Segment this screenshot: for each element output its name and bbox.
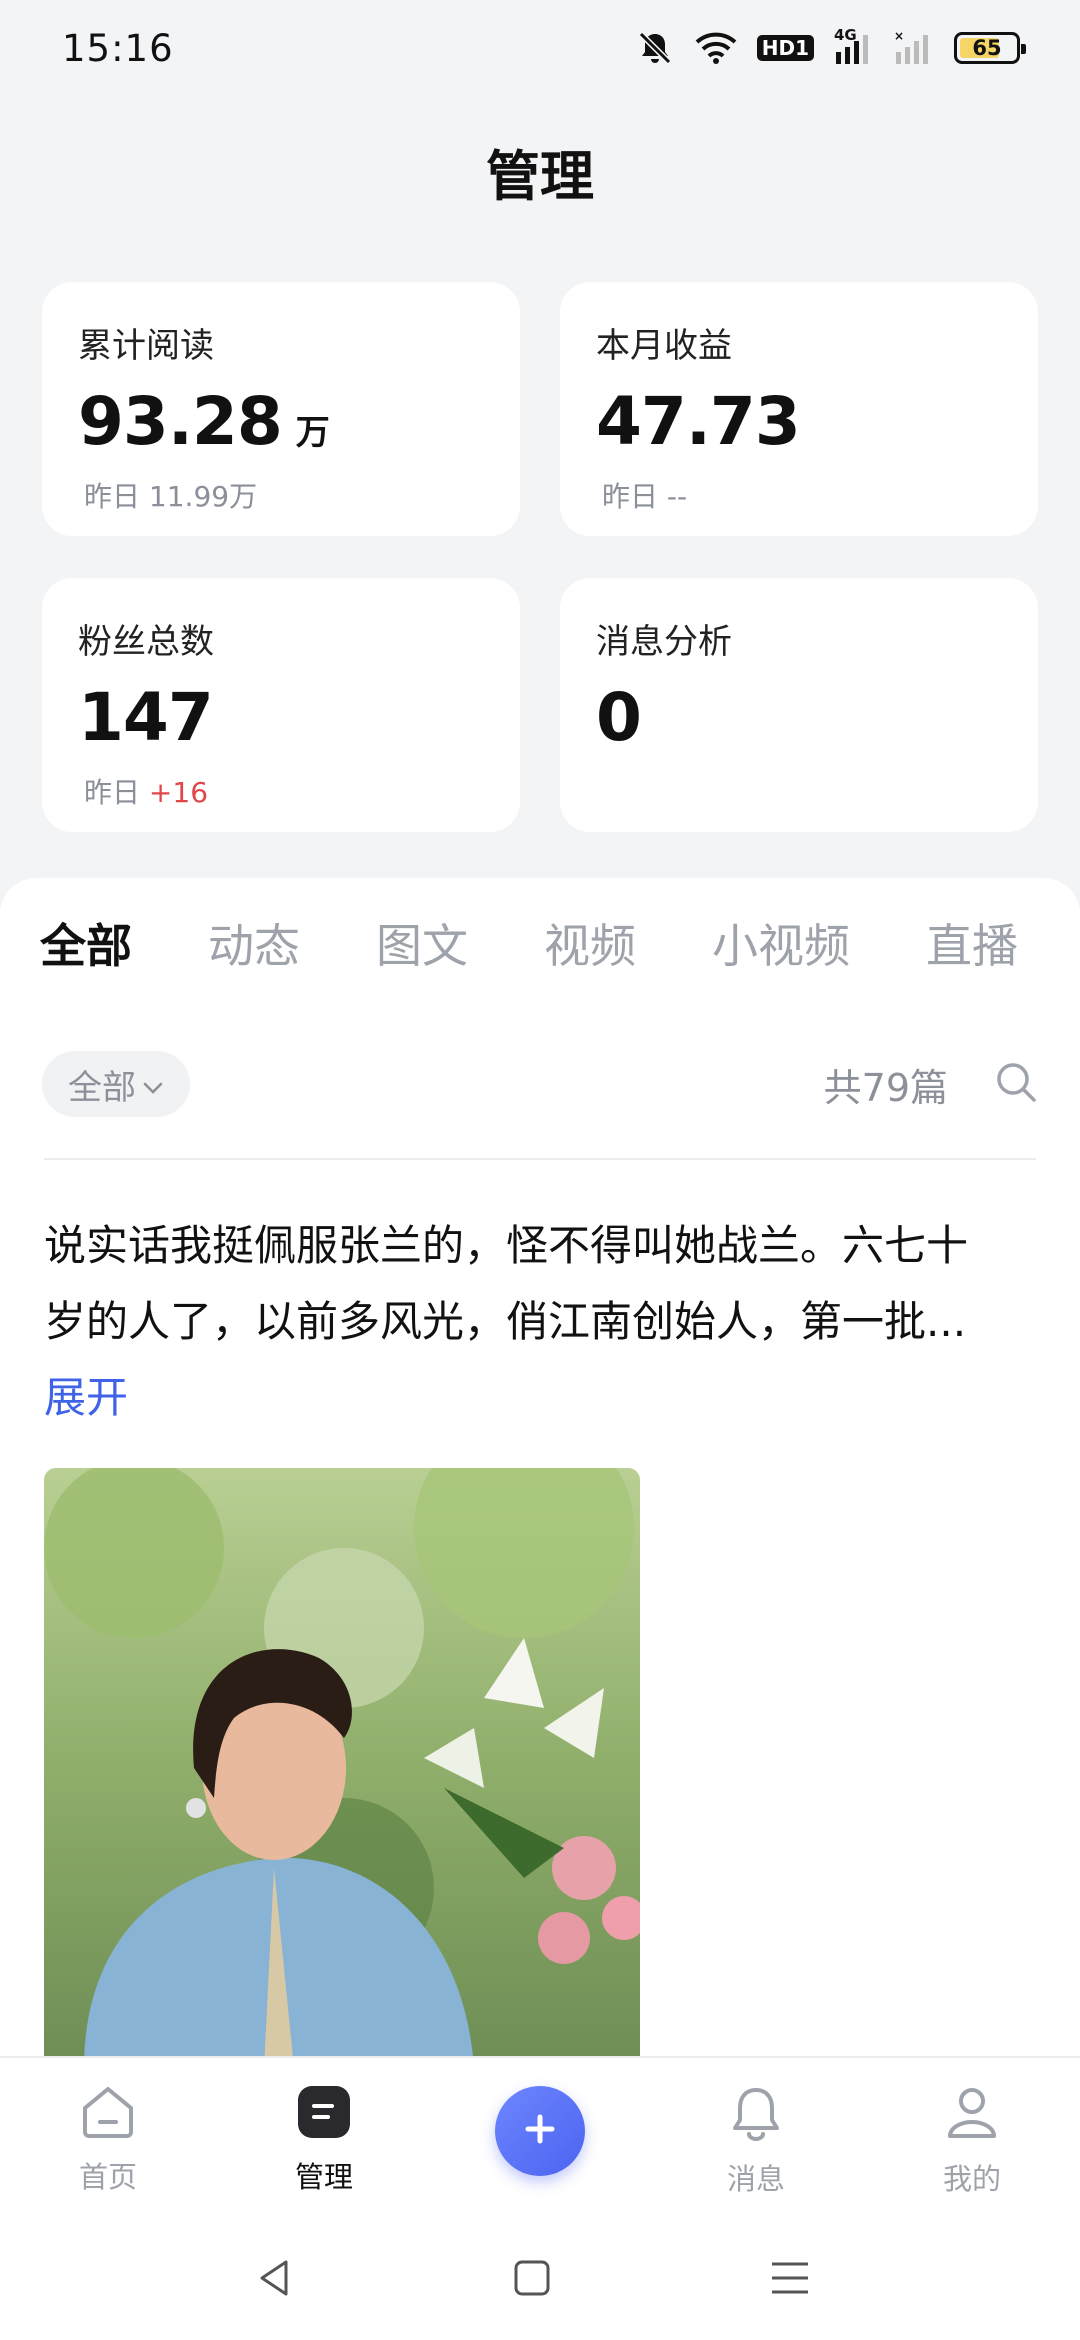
stat-value: 93.28 bbox=[78, 383, 283, 460]
stat-card-fans[interactable]: 粉丝总数 147 昨日 +16 bbox=[42, 578, 520, 832]
stat-sub-prefix: 昨日 bbox=[84, 776, 141, 809]
status-icons: HD1 4G × 65 bbox=[635, 26, 1026, 68]
stat-sub: 昨日 +16 bbox=[84, 771, 484, 811]
content-panel: 全部 动态 图文 视频 小视频 直播 全部 共79篇 说实话我挺佩服张兰的，怪不… bbox=[0, 878, 1080, 2058]
tab-video[interactable]: 视频 bbox=[544, 910, 636, 976]
post-text-body: 说实话我挺佩服张兰的，怪不得叫她战兰。六七十岁的人了，以前多风光，俏江南创始人，… bbox=[44, 1221, 969, 1346]
stat-value: 0 bbox=[596, 679, 642, 756]
home-square-icon[interactable] bbox=[512, 2256, 552, 2304]
nav-label: 我的 bbox=[942, 2162, 1001, 2196]
page-title: 管理 bbox=[486, 145, 594, 208]
search-icon[interactable] bbox=[994, 1060, 1038, 1108]
tab-article[interactable]: 图文 bbox=[376, 910, 468, 976]
post-image[interactable] bbox=[44, 1468, 640, 2058]
stat-card-messages[interactable]: 消息分析 0 bbox=[560, 578, 1038, 832]
home-icon bbox=[79, 2084, 137, 2144]
stat-value: 147 bbox=[78, 679, 214, 756]
system-nav-bar bbox=[0, 2236, 1080, 2340]
tab-live[interactable]: 直播 bbox=[926, 910, 1018, 976]
stat-sub-value: -- bbox=[666, 480, 688, 513]
bottom-nav: 首页 管理 消息 我的 bbox=[0, 2056, 1080, 2236]
nav-label: 管理 bbox=[294, 2160, 353, 2194]
divider bbox=[44, 1158, 1036, 1160]
bell-icon bbox=[728, 2084, 784, 2146]
signal-icon: × bbox=[894, 30, 934, 66]
filter-right: 共79篇 bbox=[824, 1057, 1038, 1112]
post-text[interactable]: 说实话我挺佩服张兰的，怪不得叫她战兰。六七十岁的人了，以前多风光，俏江南创始人，… bbox=[44, 1208, 984, 1436]
expand-link[interactable]: 展开 bbox=[44, 1373, 128, 1422]
create-button[interactable] bbox=[495, 2086, 585, 2176]
battery-level: 65 bbox=[972, 36, 1002, 60]
filter-dropdown[interactable]: 全部 bbox=[42, 1051, 190, 1117]
filter-dropdown-label: 全部 bbox=[68, 1067, 136, 1108]
nav-manage[interactable]: 管理 bbox=[254, 2084, 394, 2196]
stat-label: 消息分析 bbox=[596, 622, 732, 662]
nav-label: 首页 bbox=[78, 2160, 137, 2194]
hd-icon: HD1 bbox=[756, 35, 814, 61]
tab-all[interactable]: 全部 bbox=[40, 910, 132, 976]
signal-4g-icon: 4G bbox=[834, 26, 874, 66]
menu-icon[interactable] bbox=[768, 2256, 812, 2304]
stat-label: 累计阅读 bbox=[78, 326, 214, 366]
back-icon[interactable] bbox=[254, 2256, 294, 2304]
stat-label: 粉丝总数 bbox=[78, 622, 214, 662]
mute-icon bbox=[635, 28, 675, 68]
stat-sub-prefix: 昨日 bbox=[84, 480, 141, 513]
nav-label: 消息 bbox=[726, 2162, 785, 2196]
stat-card-earnings[interactable]: 本月收益 47.73 昨日 -- bbox=[560, 282, 1038, 536]
status-time: 15:16 bbox=[62, 26, 174, 70]
svg-text:×: × bbox=[894, 30, 904, 43]
stat-value: 47.73 bbox=[596, 383, 801, 460]
filter-row: 全部 共79篇 bbox=[42, 1051, 1038, 1117]
post-count: 共79篇 bbox=[823, 1065, 948, 1110]
stat-sub-prefix: 昨日 bbox=[602, 480, 659, 513]
stat-unit: 万 bbox=[295, 413, 330, 453]
content-tabs: 全部 动态 图文 视频 小视频 直播 bbox=[0, 878, 1080, 1008]
stat-sub: 昨日 -- bbox=[602, 475, 1002, 515]
profile-icon bbox=[943, 2084, 1001, 2146]
wifi-icon bbox=[695, 31, 737, 65]
battery-icon: 65 bbox=[954, 32, 1026, 64]
tab-short-video[interactable]: 小视频 bbox=[712, 910, 850, 976]
stat-sub-delta: +16 bbox=[148, 776, 209, 809]
tab-dynamic[interactable]: 动态 bbox=[208, 910, 300, 976]
nav-home[interactable]: 首页 bbox=[38, 2084, 178, 2196]
stat-sub-value: 11.99万 bbox=[148, 480, 258, 513]
network-type-label: 4G bbox=[834, 26, 857, 44]
chevron-down-icon bbox=[142, 1064, 164, 1104]
plus-icon bbox=[520, 2109, 560, 2153]
stat-label: 本月收益 bbox=[596, 326, 732, 366]
manage-icon bbox=[296, 2084, 352, 2144]
nav-profile[interactable]: 我的 bbox=[902, 2084, 1042, 2198]
stat-sub: 昨日 11.99万 bbox=[84, 475, 484, 515]
stat-card-reads[interactable]: 累计阅读 93.28 万 昨日 11.99万 bbox=[42, 282, 520, 536]
nav-messages[interactable]: 消息 bbox=[686, 2084, 826, 2198]
status-bar: 15:16 HD1 4G × 65 bbox=[0, 0, 1080, 96]
